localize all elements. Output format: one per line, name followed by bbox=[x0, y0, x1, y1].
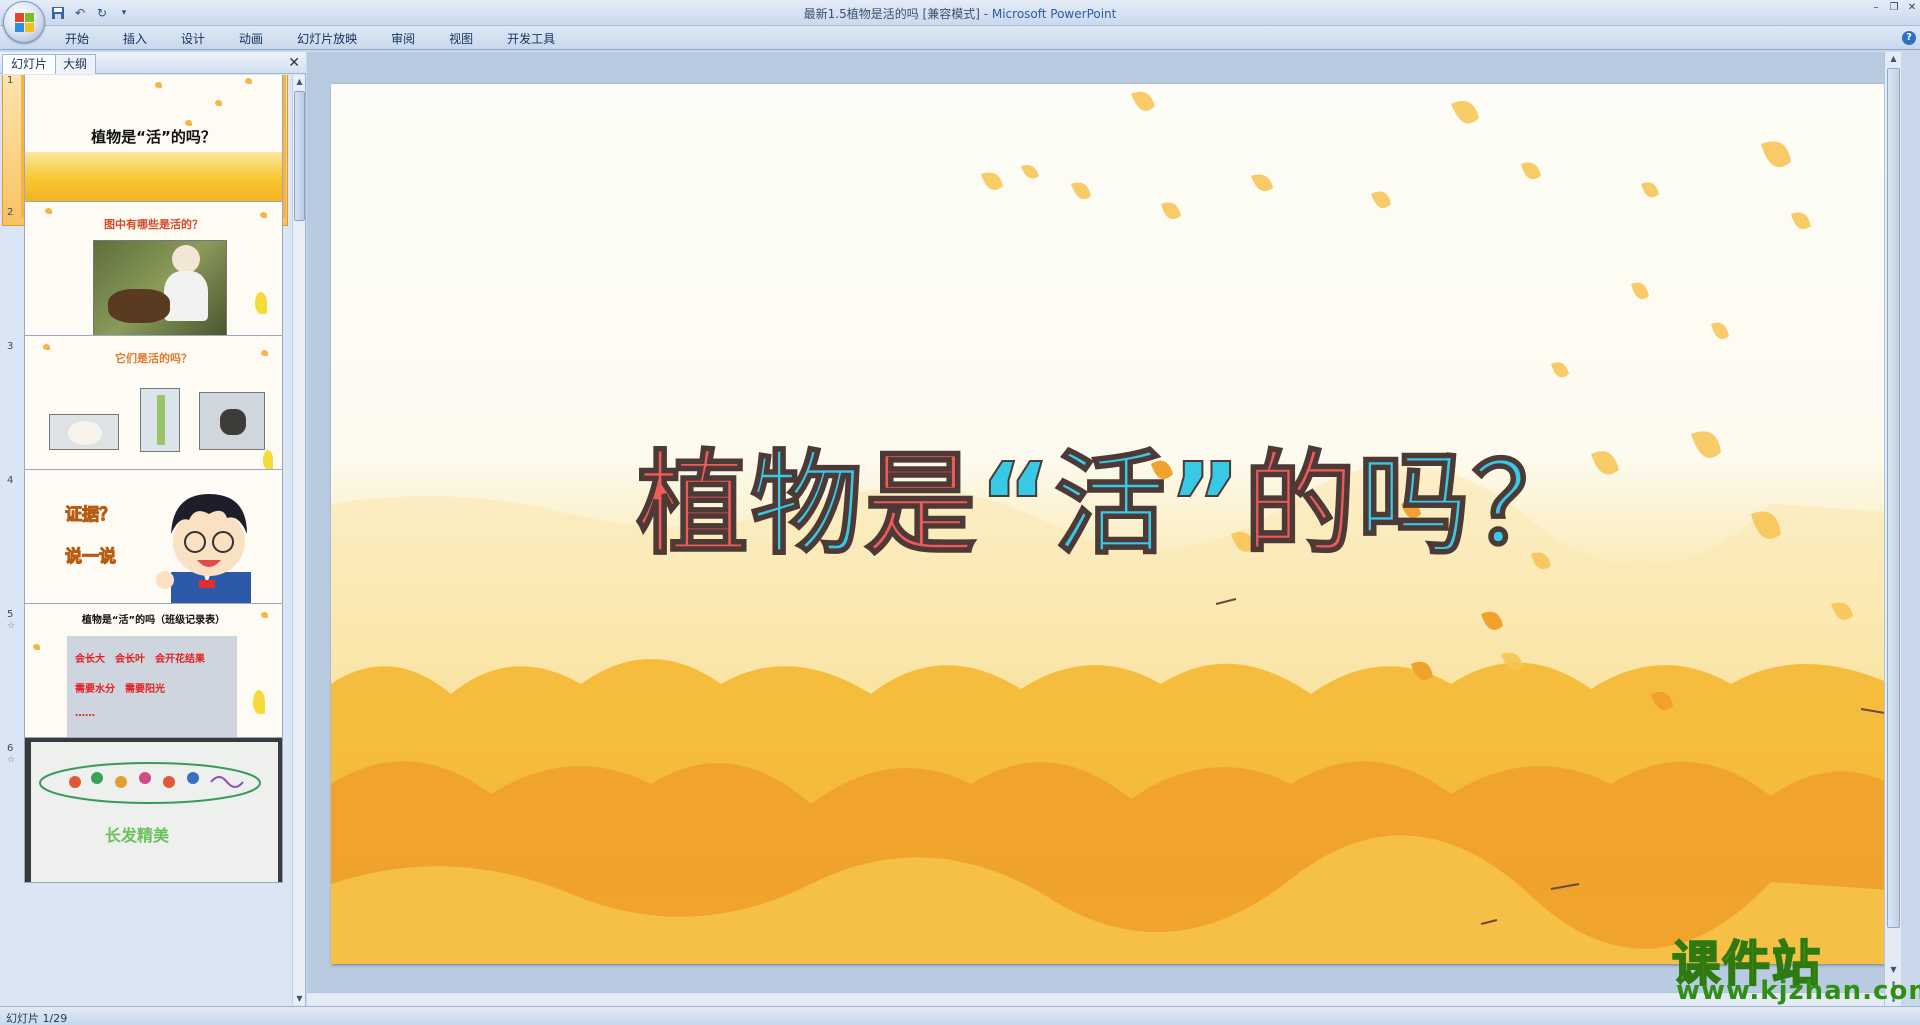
slide-thumbnail-list[interactable]: 1 植物是“活”的吗？ 2 图中有哪些是活的？ 3 它们是活的吗？ 4 证据？ … bbox=[0, 75, 290, 1005]
slide-thumbnail-2[interactable]: 图中有哪些是活的？ bbox=[24, 201, 283, 347]
drawing-caption: 长发精美 bbox=[105, 826, 170, 845]
animation-indicator-icon: ☆ bbox=[7, 621, 16, 631]
tab-review[interactable]: 审阅 bbox=[374, 30, 432, 48]
app-name: Microsoft PowerPoint bbox=[991, 7, 1117, 21]
slide-editor: 植物是“活”的吗？ ▲ ▼ ⇞ ⇟ bbox=[307, 52, 1901, 1006]
restore-icon[interactable]: ❐ bbox=[1888, 2, 1900, 14]
thumbnail-photo bbox=[93, 240, 227, 336]
powerpoint-window: ↶ ↻ ▾ 最新1.5植物是活的吗 [兼容模式] - Microsoft Pow… bbox=[0, 0, 1920, 1025]
slide-thumbnail-3[interactable]: 它们是活的吗？ bbox=[24, 335, 283, 481]
tab-outline[interactable]: 大纲 bbox=[54, 54, 97, 74]
watermark-url: www.kjzhan.com bbox=[1676, 976, 1920, 1006]
slides-pane: 幻灯片 大纲 ✕ 1 植物是“活”的吗？ 2 图中有哪些是活的？ 3 它们是活的… bbox=[0, 52, 306, 1006]
thumbnail-text: 说一说 bbox=[65, 547, 117, 568]
editor-hscroll[interactable] bbox=[307, 992, 1884, 1006]
title-char: 物 bbox=[749, 439, 865, 571]
record-table-box: 会长大 会长叶 会开花结果 需要水分 需要阳光 …… bbox=[67, 636, 237, 740]
record-row: 需要水分 需要阳光 bbox=[75, 684, 165, 695]
close-pane-icon[interactable]: ✕ bbox=[288, 55, 300, 71]
scroll-thumb[interactable] bbox=[294, 91, 305, 221]
thumbnail-photo-garlic bbox=[49, 414, 119, 450]
office-logo-icon bbox=[15, 13, 35, 33]
document-title: 最新1.5植物是活的吗 [兼容模式] bbox=[803, 7, 980, 21]
editor-scrollbar[interactable]: ▲ ▼ ⇞ ⇟ bbox=[1884, 52, 1901, 1006]
slide-number: 5 bbox=[7, 609, 14, 620]
thumbnail-title: 植物是“活”的吗（班级记录表） bbox=[81, 615, 226, 626]
drawing-icon bbox=[39, 762, 261, 804]
window-title: 最新1.5植物是活的吗 [兼容模式] - Microsoft PowerPoin… bbox=[0, 5, 1920, 22]
title-char: ？ bbox=[1471, 439, 1586, 571]
slide-number: 3 bbox=[7, 341, 14, 352]
record-row: 会长大 会长叶 会开花结果 bbox=[75, 654, 205, 665]
ribbon-tabs: 开始 插入 设计 动画 幻灯片放映 审阅 视图 开发工具 ? bbox=[0, 26, 1920, 50]
thumbnail-title: 图中有哪些是活的？ bbox=[104, 218, 203, 231]
thumbnail-text: 证据？ bbox=[65, 505, 117, 526]
status-bar: 幻灯片 1/29 bbox=[0, 1006, 1920, 1025]
tab-animations[interactable]: 动画 bbox=[222, 30, 280, 48]
site-watermark: 课件站 www.kjzhan.com bbox=[1671, 924, 1920, 1006]
thumbnail-title: 植物是“活”的吗？ bbox=[91, 128, 216, 146]
office-button[interactable] bbox=[3, 1, 45, 43]
thumbnail-title: 它们是活的吗？ bbox=[115, 352, 192, 365]
tab-home[interactable]: 开始 bbox=[48, 30, 106, 48]
current-slide[interactable]: 植物是“活”的吗？ bbox=[331, 84, 1891, 964]
title-char: 植 bbox=[635, 439, 751, 571]
slide-number: 2 bbox=[7, 207, 14, 218]
tab-developer[interactable]: 开发工具 bbox=[490, 30, 572, 48]
slide-title[interactable]: 植物是“活”的吗？ bbox=[331, 414, 1891, 576]
slide-thumbnail-4[interactable]: 证据？ 说一说 bbox=[24, 469, 283, 615]
record-row: …… bbox=[75, 708, 95, 719]
close-icon[interactable]: ✕ bbox=[1906, 2, 1918, 14]
tab-slide-show[interactable]: 幻灯片放映 bbox=[280, 30, 374, 48]
animation-indicator-icon: ☆ bbox=[7, 755, 16, 765]
tab-slides[interactable]: 幻灯片 bbox=[2, 54, 57, 74]
thumbnail-photo-sprout bbox=[140, 388, 180, 452]
title-char: 的 bbox=[1243, 439, 1358, 571]
window-controls: – ❐ ✕ bbox=[1870, 2, 1918, 14]
scroll-up-icon[interactable]: ▲ bbox=[293, 75, 306, 88]
thumbnail-photo-seeds bbox=[199, 392, 265, 450]
tab-view[interactable]: 视图 bbox=[432, 30, 490, 48]
slide-thumbnail-5[interactable]: 植物是“活”的吗（班级记录表） 会长大 会长叶 会开花结果 需要水分 需要阳光 … bbox=[24, 603, 283, 749]
title-bar: ↶ ↻ ▾ 最新1.5植物是活的吗 [兼容模式] - Microsoft Pow… bbox=[0, 0, 1920, 43]
tab-design[interactable]: 设计 bbox=[164, 30, 222, 48]
minimize-icon[interactable]: – bbox=[1870, 2, 1882, 14]
scroll-up-icon[interactable]: ▲ bbox=[1887, 52, 1900, 65]
pane-tabs: 幻灯片 大纲 ✕ bbox=[0, 52, 306, 74]
slide-number: 4 bbox=[7, 475, 14, 486]
scroll-down-icon[interactable]: ▼ bbox=[293, 992, 306, 1005]
slide-thumbnail-6[interactable]: 长发精美 bbox=[24, 737, 283, 883]
title-char: 是 bbox=[863, 439, 979, 571]
title-char: “活” bbox=[977, 439, 1244, 571]
title-char: 吗 bbox=[1357, 439, 1472, 571]
title-separator: - bbox=[979, 7, 992, 21]
slide-thumbnail-1[interactable]: 植物是“活”的吗？ bbox=[21, 75, 286, 218]
tab-insert[interactable]: 插入 bbox=[106, 30, 164, 48]
thumbnail-scrollbar[interactable]: ▲ ▼ bbox=[292, 75, 305, 1005]
cartoon-character-icon bbox=[156, 494, 251, 614]
scroll-thumb[interactable] bbox=[1887, 68, 1900, 928]
slide-number: 6 bbox=[7, 743, 14, 754]
slide-counter: 幻灯片 1/29 bbox=[6, 1012, 68, 1025]
help-icon[interactable]: ? bbox=[1902, 31, 1916, 45]
slide-number: 1 bbox=[7, 75, 14, 86]
